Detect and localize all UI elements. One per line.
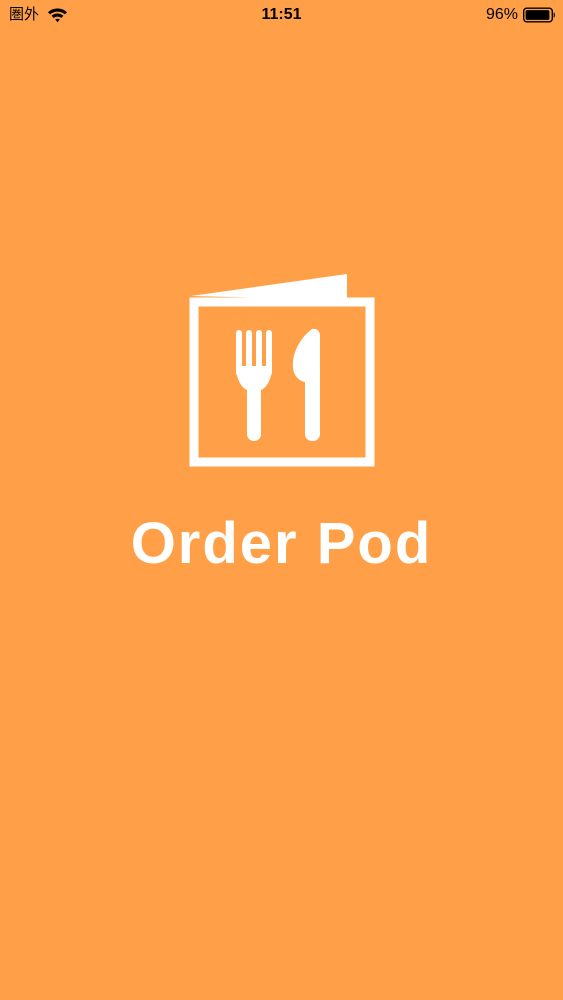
battery-percent: 96%	[485, 6, 518, 23]
status-time: 11:51	[261, 6, 302, 23]
status-right: 96%	[486, 4, 556, 26]
battery-icon	[522, 7, 556, 23]
status-bar: 圏外 11:51 96%	[0, 0, 563, 30]
menu-fork-knife-icon	[189, 272, 375, 469]
app-name: Order Pod	[130, 511, 433, 576]
